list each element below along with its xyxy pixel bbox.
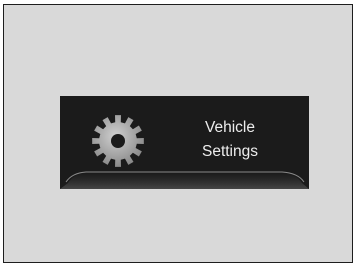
tile-label: Vehicle Settings [180,116,280,164]
tile-label-line2: Settings [201,143,258,160]
tile-label-line1: Vehicle [205,119,255,136]
screen-frame: Vehicle Settings [3,4,353,263]
gear-icon [92,115,144,167]
tile-accent-curve [60,171,309,189]
vehicle-settings-tile[interactable]: Vehicle Settings [60,96,309,189]
